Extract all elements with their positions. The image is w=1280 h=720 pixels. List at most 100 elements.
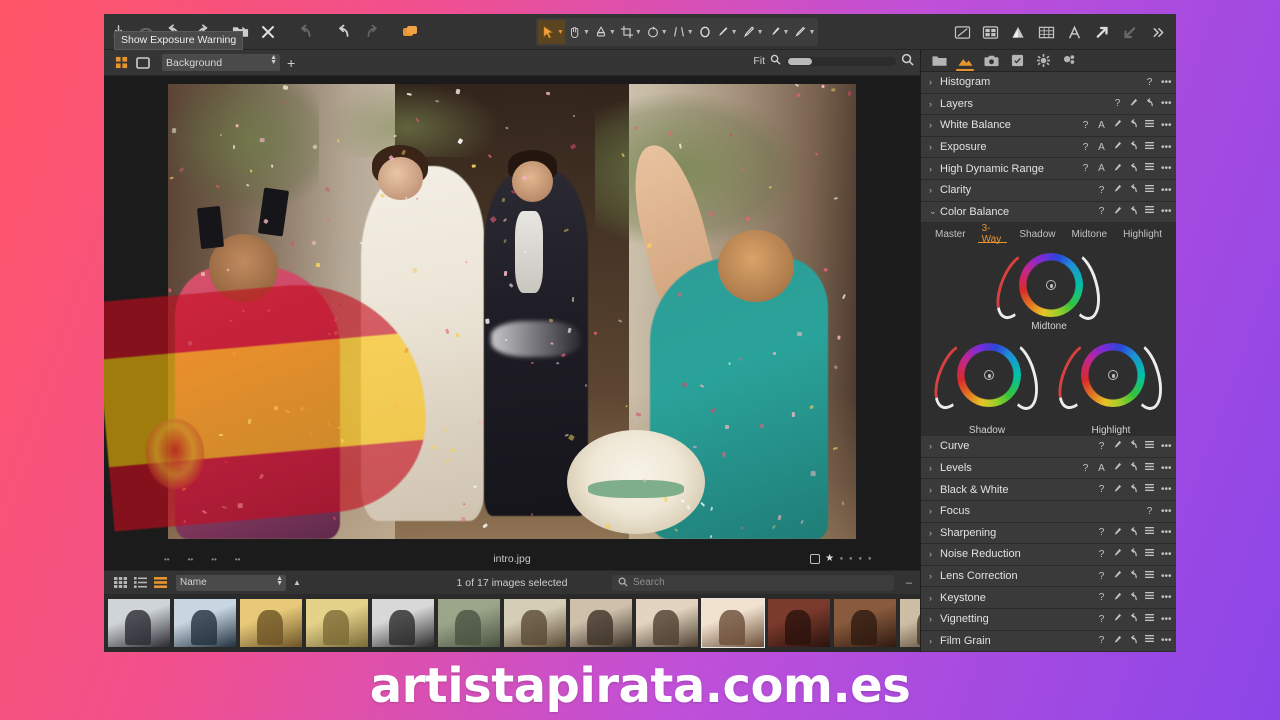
chevron-right-icon[interactable]: › [929,142,940,152]
tool-row-levels[interactable]: › Levels? A ••• [921,457,1176,480]
close-icon[interactable] [254,18,282,46]
color-picker-tool[interactable]: ▼ [591,20,617,44]
more-options-icon[interactable]: ••• [1161,98,1172,109]
image-canvas[interactable] [104,76,920,548]
library-tab[interactable] [927,51,951,71]
adjustments-tab[interactable] [953,51,977,71]
filmstrip[interactable] [104,594,920,652]
more-options-icon[interactable]: ••• [1161,206,1172,217]
help-icon[interactable]: ? [1097,484,1106,495]
grid-overlay-icon[interactable] [1032,18,1060,46]
picker-icon[interactable] [1113,527,1122,539]
reset-icon[interactable] [1129,184,1138,196]
thumbnail-3[interactable] [240,599,302,647]
tool-row-lens-correction[interactable]: › Lens Correction? ••• [921,565,1176,588]
picker-icon[interactable] [1113,570,1122,582]
eraser-tool[interactable]: ▼ [765,20,791,44]
reset-icon[interactable] [1129,483,1138,496]
presets-icon[interactable] [1145,163,1154,174]
thumbnail-2[interactable] [174,599,236,647]
tool-row-exposure[interactable]: › Exposure? A ••• [921,136,1176,159]
presets-icon[interactable] [1145,184,1154,196]
chevron-right-icon[interactable]: › [929,441,940,451]
picker-icon[interactable] [1113,462,1122,474]
reset-icon[interactable] [292,18,320,46]
presets-icon[interactable] [1145,141,1154,153]
chevron-right-icon[interactable]: › [929,549,940,559]
more-options-icon[interactable]: ••• [1161,441,1172,452]
presets-icon[interactable] [1145,527,1154,538]
color-balance-tab-master[interactable]: Master [927,223,974,245]
help-icon[interactable]: ? [1097,441,1106,452]
annotations-icon[interactable] [1060,18,1088,46]
help-icon[interactable]: ? [1081,120,1090,131]
tool-row-vignetting[interactable]: › Vignetting? ••• [921,608,1176,631]
rotate-tool-caret[interactable]: ▼ [661,29,668,36]
picker-icon[interactable] [1113,440,1122,452]
chevron-right-icon[interactable]: › [929,77,940,87]
star-3[interactable]: ★ [849,554,853,564]
more-options-icon[interactable]: ••• [1161,77,1172,88]
shadow-color-wheel[interactable]: Shadow [926,337,1045,436]
picker-icon[interactable] [1113,548,1122,560]
thumbnail-13[interactable] [900,599,920,647]
chevron-right-icon[interactable]: › [929,636,940,646]
list-browser-icon[interactable] [130,575,150,591]
tool-row-high-dynamic-range[interactable]: › High Dynamic Range? A ••• [921,158,1176,180]
presets-icon[interactable] [1145,119,1154,131]
help-icon[interactable]: ? [1097,571,1106,582]
reset-icon[interactable] [1129,548,1138,560]
layer-select[interactable]: Background ▲ ▼ [162,54,280,71]
reset-icon[interactable] [1129,591,1138,604]
undo2-icon[interactable] [330,18,358,46]
rating-widget[interactable]: ★ ★ ★ ★ ★ [810,554,872,564]
brush-tool[interactable]: ▼ [713,20,739,44]
reset-icon[interactable] [1129,462,1138,474]
reset-icon[interactable] [1145,98,1154,110]
crop-tool-caret[interactable]: ▼ [635,29,642,36]
collapse-browser-button[interactable]: – [906,577,912,589]
more-options-icon[interactable]: ••• [1161,592,1172,603]
add-layer-button[interactable]: + [287,56,295,70]
zoom-out-icon[interactable] [770,54,781,68]
gradient-mask-tool[interactable]: ▼ [739,20,765,44]
more-options-icon[interactable]: ••• [1161,484,1172,495]
auto-adjust-icon[interactable]: A [1097,120,1106,131]
tool-row-film-grain[interactable]: › Film Grain? ••• [921,630,1176,652]
zoom-in-icon[interactable] [901,53,914,69]
more-options-icon[interactable]: ••• [1161,142,1172,153]
color-balance-tab-3-way[interactable]: 3-Way [974,223,1012,245]
reset-icon[interactable] [1129,635,1138,647]
picker-icon[interactable] [1113,163,1122,175]
presets-icon[interactable] [1145,570,1154,582]
chevron-right-icon[interactable]: › [929,614,940,624]
reset-icon[interactable] [1129,162,1138,175]
more-options-icon[interactable]: ••• [1161,163,1172,174]
tool-row-layers[interactable]: › Layers? ••• [921,93,1176,116]
help-icon[interactable]: ? [1097,549,1106,560]
thumbnail-4[interactable] [306,599,368,647]
keystone-tool-caret[interactable]: ▼ [687,29,694,36]
tool-row-black-white[interactable]: › Black & White? ••• [921,479,1176,501]
tool-row-histogram[interactable]: › Histogram? ••• [921,72,1176,94]
sort-field[interactable]: Name ▲ ▼ [176,574,286,591]
more-options-icon[interactable]: ••• [1161,635,1172,646]
chevron-right-icon[interactable]: › [929,506,940,516]
rotate-tool[interactable]: ▼ [643,20,669,44]
tool-row-clarity[interactable]: › Clarity? ••• [921,179,1176,202]
thumbnail-8[interactable] [570,599,632,647]
more-options-icon[interactable]: ••• [1161,527,1172,538]
more-options-icon[interactable]: ••• [1161,571,1172,582]
gradient-tool-caret[interactable]: ▼ [757,29,764,36]
presets-icon[interactable] [1145,635,1154,646]
help-icon[interactable]: ? [1081,463,1090,474]
reset-icon[interactable] [1129,527,1138,539]
help-icon[interactable]: ? [1145,506,1154,517]
presets-icon[interactable] [1145,548,1154,560]
pan-tool-caret[interactable]: ▼ [583,29,590,36]
chevron-right-icon[interactable]: › [929,164,940,174]
layer-select-stepper[interactable]: ▲ ▼ [270,54,277,66]
chevron-right-icon[interactable]: › [929,593,940,603]
arrow-down-left-icon[interactable] [1116,18,1144,46]
reset-icon[interactable] [1129,570,1138,582]
